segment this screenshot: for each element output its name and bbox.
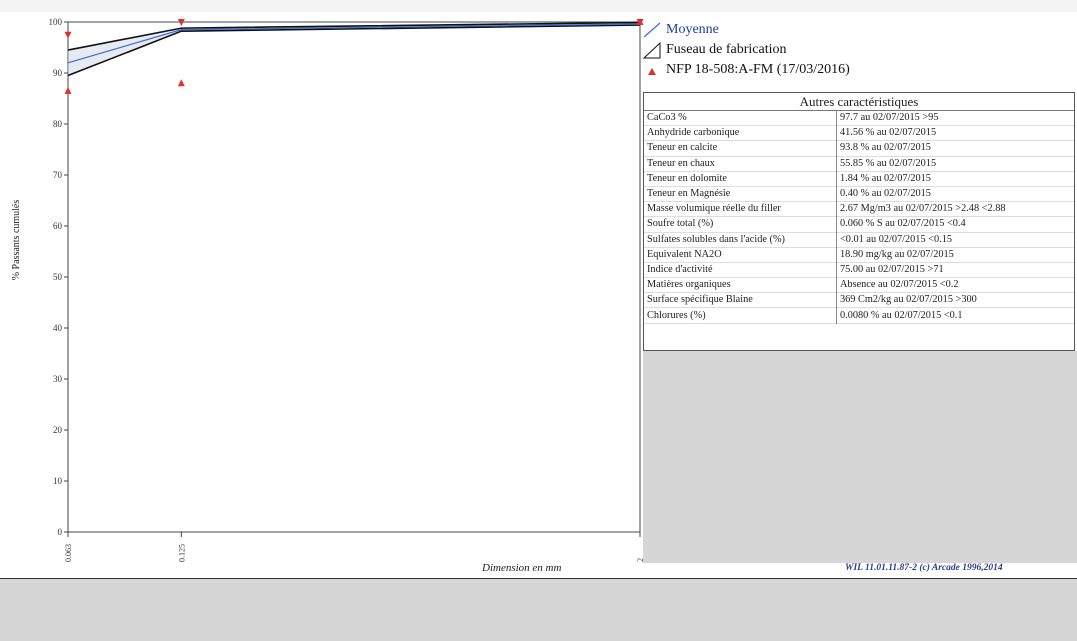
table-row: Chlorures (%) 0.0080 % au 02/07/2015 <0.1 bbox=[644, 307, 1074, 324]
x-tick-label: 2 bbox=[636, 558, 645, 562]
table-row: Teneur en Magnésie 0.40 % au 02/07/2015 bbox=[644, 186, 1074, 202]
y-tick-label: 80 bbox=[53, 119, 63, 129]
row-value: Absence au 02/07/2015 <0.2 bbox=[840, 279, 959, 291]
row-label: CaCo3 % bbox=[644, 111, 837, 126]
plot-frame bbox=[67, 21, 641, 533]
legend-label-nfp: NFP 18-508:A-FM (17/03/2016) bbox=[666, 62, 850, 77]
row-value: 369 Cm2/kg au 02/07/2015 >300 bbox=[840, 294, 977, 306]
row-label: Sulfates solubles dans l'acide (%) bbox=[644, 232, 837, 248]
table-row: Soufre total (%) 0.060 % S au 02/07/2015 … bbox=[644, 216, 1074, 232]
y-tick-label: 90 bbox=[53, 68, 63, 78]
characteristics-table: Autres caractéristiques CaCo3 % 97.7 au 0… bbox=[643, 92, 1075, 351]
row-label: Teneur en Magnésie bbox=[644, 186, 837, 202]
legend-item-nfp: NFP 18-508:A-FM (17/03/2016) bbox=[642, 60, 850, 80]
table-row: Anhydride carbonique 41.56 % au 02/07/201… bbox=[644, 125, 1074, 141]
table-row: Matières organiques Absence au 02/07/2015… bbox=[644, 277, 1074, 293]
row-value: 75.00 au 02/07/2015 >71 bbox=[840, 263, 944, 275]
y-tick-label: 30 bbox=[53, 374, 63, 384]
row-label: Teneur en calcite bbox=[644, 140, 837, 157]
row-label: Soufre total (%) bbox=[644, 216, 837, 232]
row-value: 0.0080 % au 02/07/2015 <0.1 bbox=[840, 309, 963, 321]
row-label: Chlorures (%) bbox=[644, 307, 837, 324]
table-row: Indice d'activité 75.00 au 02/07/2015 >71 bbox=[644, 262, 1074, 278]
row-label: Matières organiques bbox=[644, 277, 837, 293]
row-value: 0.060 % S au 02/07/2015 <0.4 bbox=[840, 218, 966, 230]
row-label: Teneur en chaux bbox=[644, 156, 837, 172]
y-tick-label: 40 bbox=[53, 323, 63, 333]
fuseau-band-icon bbox=[642, 41, 661, 59]
x-axis-label: Dimension en mm bbox=[482, 562, 562, 574]
row-label: Masse volumique réelle du filler bbox=[644, 201, 837, 217]
row-value: <0.01 au 02/07/2015 <0.15 bbox=[840, 233, 953, 245]
table-row: Masse volumique réelle du filler 2.67 Mg/… bbox=[644, 201, 1074, 217]
row-value: 0.40 % au 02/07/2015 bbox=[840, 188, 931, 200]
table-row: CaCo3 % 97.7 au 02/07/2015 >95 bbox=[644, 111, 1074, 126]
x-axis-ticks: 0.063 0.125 2 bbox=[64, 532, 645, 562]
row-label: Surface spécifique Blaine bbox=[644, 292, 837, 308]
table-title: Autres caractéristiques bbox=[644, 93, 1074, 111]
row-label: Indice d'activité bbox=[644, 262, 837, 278]
chart-legend: Moyenne Fuseau de fabrication NFP 18-508… bbox=[642, 20, 1072, 90]
row-value: 93.8 % au 02/07/2015 bbox=[840, 142, 931, 154]
moyenne-line-icon bbox=[643, 22, 661, 38]
software-credit: WIL 11.01.11.87-2 (c) Arcade 1996,2014 bbox=[845, 563, 1003, 573]
table-row: Teneur en calcite 93.8 % au 02/07/2015 bbox=[644, 140, 1074, 157]
x-tick-label: 0.063 bbox=[64, 544, 73, 562]
y-tick-label: 50 bbox=[53, 272, 63, 282]
table-row: Surface spécifique Blaine 369 Cm2/kg au 0… bbox=[644, 292, 1074, 308]
granulometry-report: 0 10 20 30 40 50 60 70 80 90 100 0.063 0.125 2 % Pas… bbox=[0, 0, 1077, 641]
y-axis-label: % Passants cumulés bbox=[11, 199, 22, 281]
legend-label-fuseau: Fuseau de fabrication bbox=[666, 42, 787, 57]
row-value: 97.7 au 02/07/2015 >95 bbox=[840, 112, 939, 124]
y-axis-ticks: 0 10 20 30 40 50 60 70 80 90 100 bbox=[49, 17, 68, 537]
row-label: Equivalent NA2O bbox=[644, 247, 837, 263]
plot-area bbox=[68, 22, 640, 532]
legend-item-moyenne: Moyenne bbox=[642, 20, 719, 40]
y-tick-label: 100 bbox=[49, 17, 63, 27]
y-tick-label: 60 bbox=[53, 221, 63, 231]
table-row: Teneur en chaux 55.85 % au 02/07/2015 bbox=[644, 156, 1074, 172]
row-value: 1.84 % au 02/07/2015 bbox=[840, 172, 931, 184]
y-tick-label: 0 bbox=[58, 527, 63, 537]
table-row: Equivalent NA2O 18.90 mg/kg au 02/07/2015 bbox=[644, 247, 1074, 263]
row-label: Teneur en dolomite bbox=[644, 171, 837, 187]
red-triangle-icon bbox=[648, 68, 656, 75]
row-value: 18.90 mg/kg au 02/07/2015 bbox=[840, 248, 954, 260]
y-tick-label: 10 bbox=[53, 476, 63, 486]
row-value: 2.67 Mg/m3 au 02/07/2015 >2.48 <2.88 bbox=[840, 203, 1006, 215]
characteristics-rows: CaCo3 % 97.7 au 02/07/2015 >95 Anhydride c… bbox=[644, 111, 1074, 324]
table-row: Sulfates solubles dans l'acide (%) <0.01 … bbox=[644, 232, 1074, 248]
row-label: Anhydride carbonique bbox=[644, 125, 837, 141]
table-row: Teneur en dolomite 1.84 % au 02/07/2015 bbox=[644, 171, 1074, 187]
y-tick-label: 20 bbox=[53, 425, 63, 435]
x-tick-label: 0.125 bbox=[177, 544, 186, 562]
legend-label-moyenne: Moyenne bbox=[666, 22, 719, 37]
legend-item-fuseau: Fuseau de fabrication bbox=[642, 40, 787, 60]
y-tick-label: 70 bbox=[53, 170, 63, 180]
row-value: 41.56 % au 02/07/2015 bbox=[840, 127, 937, 139]
row-value: 55.85 % au 02/07/2015 bbox=[840, 157, 937, 169]
